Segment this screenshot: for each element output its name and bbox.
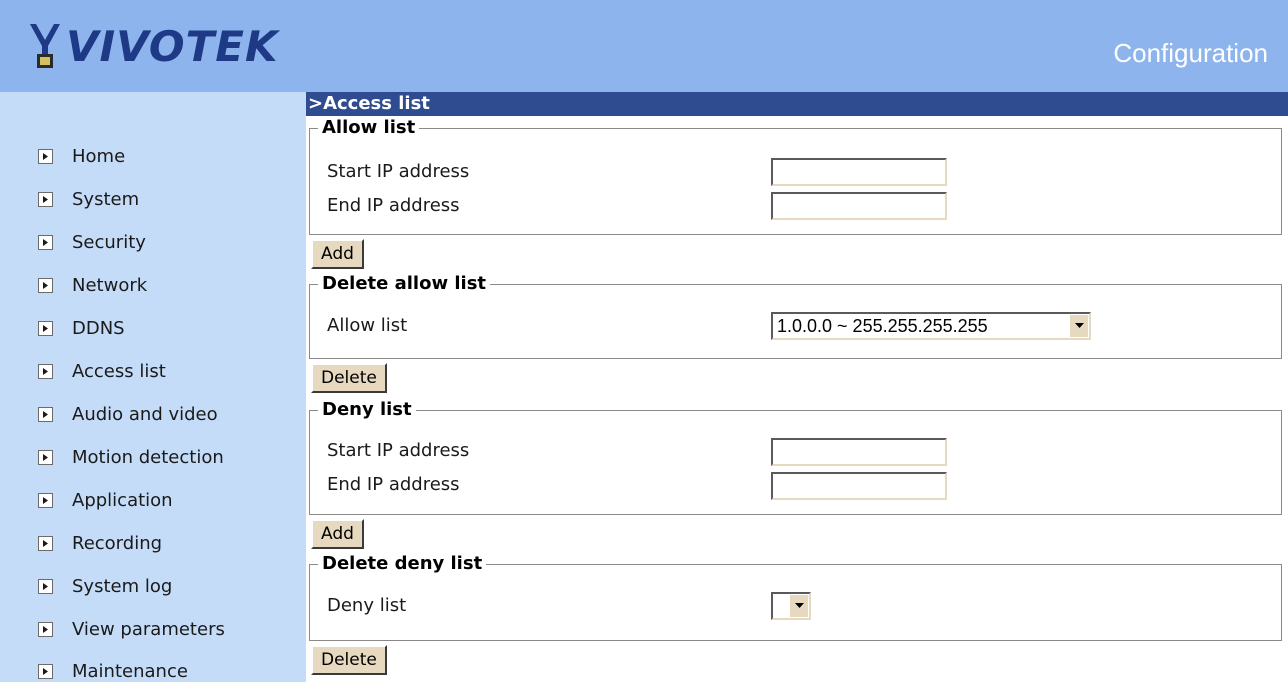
allow-delete-button[interactable]: Delete	[311, 363, 387, 393]
sidebar-item-label: Recording	[72, 532, 163, 554]
chevron-down-icon[interactable]	[789, 595, 808, 617]
sidebar-item-label: Application	[72, 489, 173, 511]
sidebar-item-label: Motion detection	[72, 446, 224, 468]
arrow-right-icon	[38, 492, 53, 508]
deny-end-ip-label: End IP address	[327, 474, 460, 495]
deny-delete-button[interactable]: Delete	[311, 645, 387, 675]
deny-list-group: Deny list Start IP address End IP addres…	[309, 399, 1282, 515]
arrow-right-icon	[38, 578, 53, 594]
deny-add-button[interactable]: Add	[311, 519, 364, 549]
sidebar-item-label: System log	[72, 575, 173, 597]
sidebar-item-label: Network	[72, 274, 148, 296]
allow-start-ip-input[interactable]	[771, 158, 947, 186]
arrow-right-icon	[38, 234, 53, 250]
allow-end-ip-input[interactable]	[771, 192, 947, 220]
sidebar-item-security[interactable]: Security	[38, 230, 146, 254]
sidebar-item-application[interactable]: Application	[38, 488, 173, 512]
arrow-right-icon	[38, 663, 53, 679]
deny-start-ip-input[interactable]	[771, 438, 947, 466]
allow-add-button[interactable]: Add	[311, 239, 364, 269]
deny-start-ip-label: Start IP address	[327, 440, 470, 461]
sidebar-item-label: Audio and video	[72, 403, 218, 425]
logo-mark-icon	[28, 20, 62, 72]
deny-list-select[interactable]	[771, 592, 811, 620]
header-banner: VIVOTEK Configuration	[0, 0, 1288, 92]
deny-list-label: Deny list	[327, 595, 407, 616]
allow-list-select-value: 1.0.0.0 ~ 255.255.255.255	[777, 315, 988, 336]
arrow-right-icon	[38, 277, 53, 293]
allow-list-select[interactable]: 1.0.0.0 ~ 255.255.255.255	[771, 312, 1091, 340]
section-title-bar: >Access list	[306, 92, 1288, 116]
vivotek-logo: VIVOTEK	[28, 16, 279, 76]
allow-list-legend: Allow list	[318, 117, 420, 139]
allow-start-ip-label: Start IP address	[327, 161, 470, 182]
chevron-down-icon[interactable]	[1069, 315, 1088, 337]
arrow-right-icon	[38, 363, 53, 379]
arrow-right-icon	[38, 406, 53, 422]
logo-text: VIVOTEK	[66, 21, 279, 71]
main-content: >Access list Allow list Start IP address…	[306, 92, 1288, 682]
delete-allow-list-group: Delete allow list Allow list 1.0.0.0 ~ 2…	[309, 273, 1282, 359]
arrow-right-icon	[38, 449, 53, 465]
sidebar-item-label: Maintenance	[72, 660, 188, 682]
sidebar: Home System Security Network DDNS Access…	[0, 92, 306, 682]
sidebar-item-label: View parameters	[72, 618, 225, 640]
sidebar-item-label: DDNS	[72, 317, 125, 339]
arrow-right-icon	[38, 148, 53, 164]
deny-list-legend: Deny list	[318, 399, 416, 421]
sidebar-item-view-parameters[interactable]: View parameters	[38, 617, 225, 641]
sidebar-item-label: System	[72, 188, 140, 210]
sidebar-item-motion-detection[interactable]: Motion detection	[38, 445, 224, 469]
arrow-right-icon	[38, 535, 53, 551]
sidebar-item-system-log[interactable]: System log	[38, 574, 172, 598]
delete-deny-list-group: Delete deny list Deny list	[309, 553, 1282, 641]
sidebar-item-recording[interactable]: Recording	[38, 531, 162, 555]
arrow-right-icon	[38, 621, 53, 637]
sidebar-item-access-list[interactable]: Access list	[38, 359, 166, 383]
delete-allow-list-legend: Delete allow list	[318, 273, 491, 295]
page-title: Configuration	[1113, 38, 1268, 68]
deny-end-ip-input[interactable]	[771, 472, 947, 500]
sidebar-item-audio-and-video[interactable]: Audio and video	[38, 402, 218, 426]
arrow-right-icon	[38, 191, 53, 207]
delete-deny-list-legend: Delete deny list	[318, 553, 487, 575]
sidebar-item-maintenance[interactable]: Maintenance	[38, 659, 188, 683]
arrow-right-icon	[38, 320, 53, 336]
allow-end-ip-label: End IP address	[327, 195, 460, 216]
allow-list-group: Allow list Start IP address End IP addre…	[309, 117, 1282, 235]
sidebar-item-label: Access list	[72, 360, 166, 382]
sidebar-item-label: Security	[72, 231, 146, 253]
sidebar-item-home[interactable]: Home	[38, 144, 125, 168]
sidebar-item-label: Home	[72, 145, 126, 167]
sidebar-item-ddns[interactable]: DDNS	[38, 316, 125, 340]
allow-list-label: Allow list	[327, 315, 408, 336]
sidebar-item-system[interactable]: System	[38, 187, 139, 211]
sidebar-item-network[interactable]: Network	[38, 273, 147, 297]
